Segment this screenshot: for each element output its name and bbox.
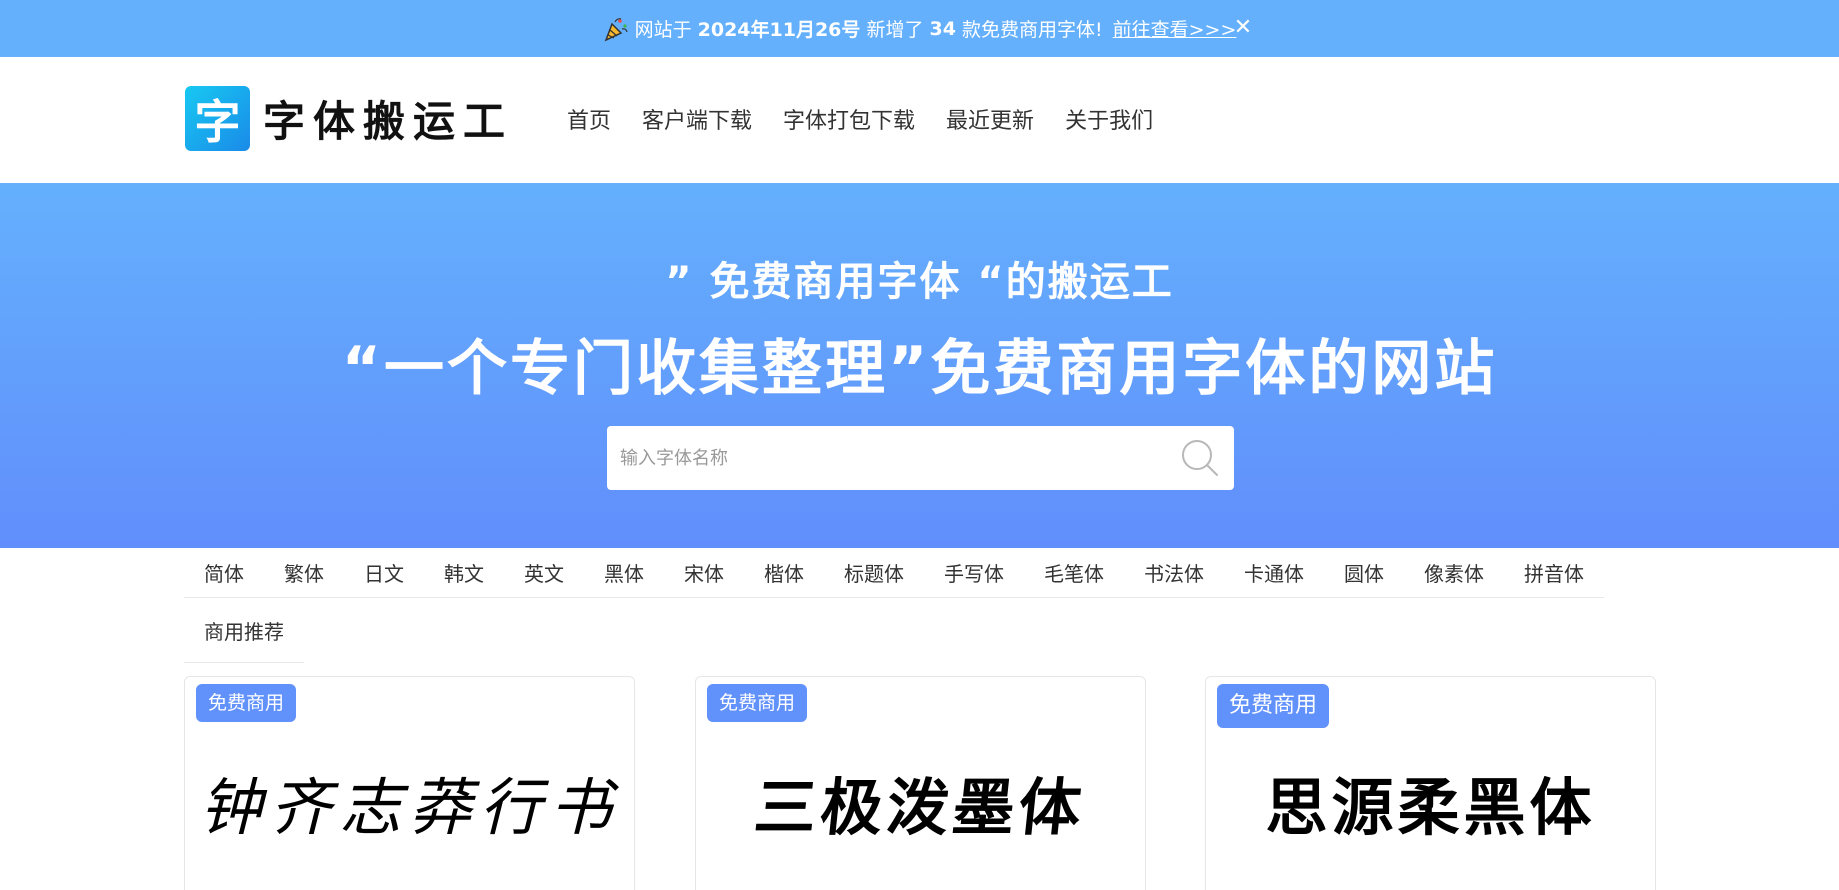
category-handwriting[interactable]: 手写体 xyxy=(924,558,1024,587)
category-brush[interactable]: 毛笔体 xyxy=(1024,558,1124,587)
free-commercial-badge: 免费商用 xyxy=(196,684,297,722)
category-traditional[interactable]: 繁体 xyxy=(264,558,344,587)
logo-mark: 字 xyxy=(185,86,250,151)
nav-about-us[interactable]: 关于我们 xyxy=(1065,103,1153,135)
hero-subtitle: ” 免费商用字体 “的搬运工 xyxy=(665,259,1174,305)
main-nav: 首页 客户端下载 字体打包下载 最近更新 关于我们 xyxy=(567,103,1184,135)
nav-home[interactable]: 首页 xyxy=(567,103,611,135)
nav-client-download[interactable]: 客户端下载 xyxy=(642,103,752,135)
view-new-fonts-link[interactable]: 前往查看>>> xyxy=(1113,15,1237,42)
announce-suffix: 款免费商用字体! xyxy=(962,19,1103,41)
announcement-bar: 网站于 2024年11月26号 新增了 34 款免费商用字体! 前往查看>>> … xyxy=(0,0,1839,57)
category-filter: 简体 繁体 日文 韩文 英文 黑体 宋体 楷体 标题体 手写体 毛笔体 书法体 … xyxy=(184,548,1604,663)
category-simplified[interactable]: 简体 xyxy=(184,558,264,587)
nav-font-pack-download[interactable]: 字体打包下载 xyxy=(783,103,915,135)
category-title[interactable]: 标题体 xyxy=(824,558,924,587)
logo-text: 字体搬运工 xyxy=(263,97,514,146)
category-rounded[interactable]: 圆体 xyxy=(1324,558,1404,587)
free-commercial-badge: 免费商用 xyxy=(1217,684,1330,728)
category-row: 商用推荐 xyxy=(184,598,304,663)
search-icon[interactable] xyxy=(1180,438,1220,478)
category-english[interactable]: 英文 xyxy=(504,558,584,587)
announce-count: 34 xyxy=(929,17,956,40)
font-card[interactable]: 免费商用 三极泼墨体 xyxy=(695,676,1146,890)
font-card[interactable]: 免费商用 思源柔黑体 xyxy=(1205,676,1656,890)
announce-prefix: 网站于 xyxy=(634,19,692,41)
site-logo[interactable]: 字 字体搬运工 xyxy=(185,86,513,151)
hero-title: “一个专门收集整理”免费商用字体的网站 xyxy=(341,334,1498,404)
party-popper-icon xyxy=(604,17,628,41)
category-cartoon[interactable]: 卡通体 xyxy=(1224,558,1324,587)
category-japanese[interactable]: 日文 xyxy=(344,558,424,587)
font-preview: 钟齐志莽行书 xyxy=(199,771,620,844)
nav-recent-updates[interactable]: 最近更新 xyxy=(946,103,1034,135)
category-songti[interactable]: 宋体 xyxy=(664,558,744,587)
announce-middle: 新增了 xyxy=(866,19,924,41)
category-pixel[interactable]: 像素体 xyxy=(1404,558,1504,587)
site-header: 字 字体搬运工 首页 客户端下载 字体打包下载 最近更新 关于我们 xyxy=(0,57,1839,183)
free-commercial-badge: 免费商用 xyxy=(707,684,808,722)
announce-date: 2024年11月26号 xyxy=(697,19,861,41)
category-calligraphy[interactable]: 书法体 xyxy=(1124,558,1224,587)
category-pinyin[interactable]: 拼音体 xyxy=(1504,558,1604,587)
category-commercial-recommend[interactable]: 商用推荐 xyxy=(184,616,304,645)
font-preview: 三极泼墨体 xyxy=(751,771,1089,844)
category-heiti[interactable]: 黑体 xyxy=(584,558,664,587)
category-kaiti[interactable]: 楷体 xyxy=(744,558,824,587)
font-preview: 思源柔黑体 xyxy=(1265,771,1596,844)
category-row: 简体 繁体 日文 韩文 英文 黑体 宋体 楷体 标题体 手写体 毛笔体 书法体 … xyxy=(184,548,1604,598)
category-korean[interactable]: 韩文 xyxy=(424,558,504,587)
search-box xyxy=(607,426,1234,490)
hero-banner: ” 免费商用字体 “的搬运工 “一个专门收集整理”免费商用字体的网站 xyxy=(0,183,1839,548)
close-icon[interactable]: ✕ xyxy=(1232,14,1254,42)
search-input[interactable] xyxy=(607,426,1180,490)
font-card[interactable]: 免费商用 钟齐志莽行书 xyxy=(184,676,635,890)
